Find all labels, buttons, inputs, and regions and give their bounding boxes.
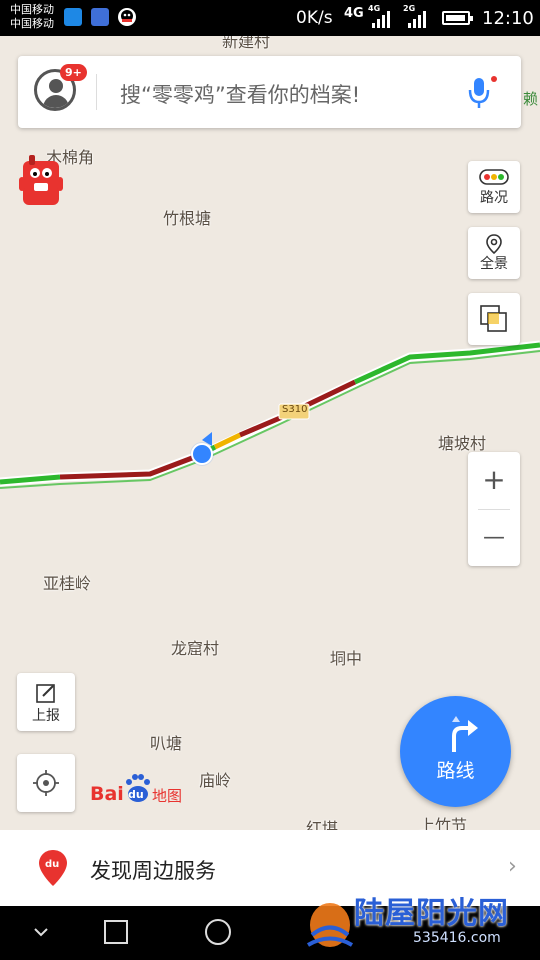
traffic-light-icon — [479, 169, 509, 185]
notification-badge: 9+ — [60, 64, 87, 81]
baidu-map-logo: Bai du 地图 — [90, 773, 190, 809]
signal-type-1: 4G — [344, 6, 364, 21]
place-label: 垌中 — [330, 649, 363, 668]
route-label: 路线 — [436, 760, 475, 782]
mic-status-dot — [491, 76, 497, 82]
place-label: 竹根塘 — [163, 209, 212, 228]
panorama-label: 全景 — [480, 256, 508, 272]
logo-text: du — [128, 788, 144, 801]
carrier-info: 中国移动 中国移动 — [10, 3, 54, 31]
divider — [96, 74, 97, 110]
chevron-right-icon: › — [508, 854, 517, 879]
place-label: 庙岭 — [199, 771, 232, 790]
microphone-icon[interactable] — [466, 74, 497, 112]
qq-icon — [118, 8, 136, 26]
carrier-1: 中国移动 — [10, 3, 54, 16]
search-bar[interactable]: 9+ 搜“零零鸡”查看你的档案! — [18, 56, 521, 128]
main-road-casing — [0, 340, 540, 487]
traffic-label: 路况 — [480, 190, 508, 206]
road-shield-label: S310 — [282, 404, 308, 415]
status-bar: 中国移动 中国移动 0K/s 4G 4G 2G 12:10 — [0, 0, 540, 36]
panorama-button[interactable]: 全景 — [468, 227, 520, 279]
zoom-out-button[interactable]: — — [468, 510, 520, 566]
net-speed: 0K/s — [296, 8, 333, 28]
report-label: 上报 — [32, 708, 60, 724]
place-label: 赖 — [523, 90, 539, 108]
traffic-button[interactable]: 路况 — [468, 161, 520, 213]
carrier-2: 中国移动 — [10, 17, 54, 30]
layers-icon — [480, 305, 507, 332]
svg-text:du: du — [45, 859, 59, 870]
back-icon[interactable] — [33, 924, 49, 940]
place-label: 亚桂岭 — [43, 574, 92, 593]
zoom-in-button[interactable]: + — [468, 452, 520, 508]
place-label: 叭塘 — [150, 734, 183, 753]
locate-icon — [33, 770, 59, 796]
user-head-icon — [49, 79, 63, 93]
locate-button[interactable] — [17, 754, 75, 812]
watermark-text: 陆屋阳光网 — [354, 896, 509, 931]
report-button[interactable]: 上报 — [17, 673, 75, 731]
user-body-icon — [43, 95, 69, 108]
logo-text: 地图 — [152, 787, 183, 805]
nearby-services-label: 发现周边服务 — [90, 859, 216, 883]
zoom-controls: + — — [468, 452, 520, 566]
place-label: 龙窟村 — [171, 639, 220, 658]
turn-right-arrow-icon — [452, 716, 478, 752]
battery-icon — [442, 11, 473, 25]
route-button[interactable]: 路线 — [400, 696, 511, 807]
watermark-url: 535416.com — [413, 930, 501, 946]
place-label: 塘坡村 — [438, 434, 487, 453]
du-pin-icon: du — [39, 850, 67, 886]
signal-type-2: 4G — [368, 4, 381, 13]
logo-text: Bai — [90, 783, 124, 805]
signal-bars-icon — [408, 8, 428, 28]
search-input[interactable]: 搜“零零鸡”查看你的档案! — [120, 79, 360, 109]
recent-apps-icon[interactable] — [104, 920, 128, 944]
app-notification-icon — [64, 8, 82, 26]
layers-button[interactable] — [468, 293, 520, 345]
location-dot — [191, 443, 213, 465]
edit-icon — [36, 684, 55, 703]
home-icon[interactable] — [205, 919, 231, 945]
clock: 12:10 — [482, 8, 534, 29]
mascot-icon[interactable] — [17, 153, 65, 209]
app-notification-icon — [91, 8, 109, 26]
location-pin-icon — [486, 234, 502, 255]
